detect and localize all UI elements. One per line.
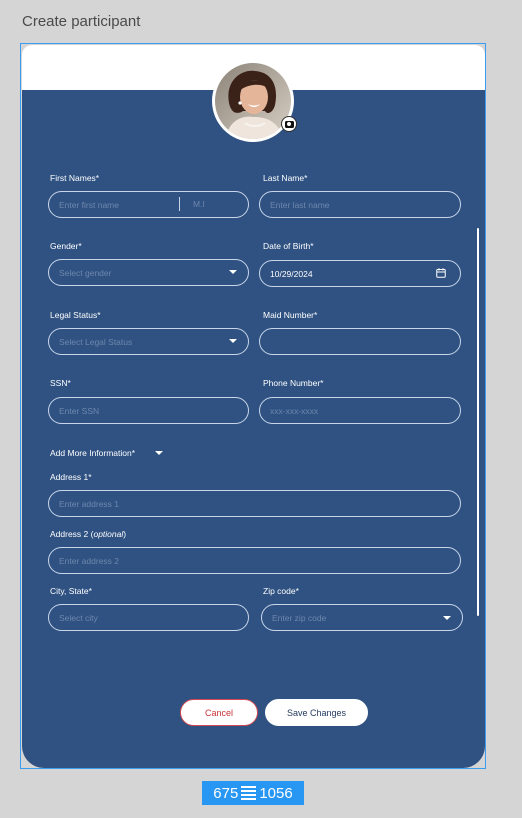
camera-icon[interactable] xyxy=(281,116,297,132)
address2-input[interactable]: Enter address 2 xyxy=(48,547,461,574)
address2-label-end: ) xyxy=(123,529,127,539)
chevron-down-icon xyxy=(443,616,451,620)
last-name-label: Last Name* xyxy=(263,173,308,183)
phone-input[interactable]: xxx-xxx-xxxx xyxy=(259,397,461,424)
calendar-icon[interactable] xyxy=(436,268,446,278)
scrollbar[interactable] xyxy=(477,228,479,616)
gender-placeholder: Select gender xyxy=(59,267,112,278)
save-changes-button[interactable]: Save Changes xyxy=(265,699,368,726)
zip-placeholder: Enter zip code xyxy=(272,612,327,623)
last-name-input[interactable]: Enter last name xyxy=(259,191,461,218)
phone-label: Phone Number* xyxy=(263,378,324,388)
page-title: Create participant xyxy=(22,13,141,30)
ssn-placeholder: Enter SSN xyxy=(59,405,100,416)
gender-label: Gender* xyxy=(50,241,82,251)
maid-number-input[interactable] xyxy=(259,328,461,355)
chevron-down-icon xyxy=(229,339,237,343)
ssn-input[interactable]: Enter SSN xyxy=(48,397,249,424)
legal-status-placeholder: Select Legal Status xyxy=(59,336,133,347)
badge-width: 675 xyxy=(213,784,239,802)
add-more-information-toggle[interactable]: Add More Information* xyxy=(50,448,135,458)
zip-select[interactable]: Enter zip code xyxy=(261,604,463,631)
dob-value: 10/29/2024 xyxy=(270,268,313,279)
city-input[interactable]: Select city xyxy=(48,604,249,631)
gender-select[interactable]: Select gender xyxy=(48,259,249,286)
avatar[interactable] xyxy=(212,60,294,142)
cancel-button[interactable]: Cancel xyxy=(180,699,258,726)
dimension-badge: 675 1056 xyxy=(202,781,304,805)
height-icon xyxy=(241,786,257,800)
ssn-label: SSN* xyxy=(50,378,71,388)
address2-label-text: Address 2 ( xyxy=(50,529,94,539)
profile-photo-illustration xyxy=(215,63,291,139)
legal-status-label: Legal Status* xyxy=(50,310,101,320)
address2-label: Address 2 (optional) xyxy=(50,529,126,539)
phone-placeholder: xxx-xxx-xxxx xyxy=(270,405,319,416)
city-placeholder: Select city xyxy=(59,612,98,623)
first-name-input[interactable]: Enter first name xyxy=(48,191,249,218)
first-names-label: First Names* xyxy=(50,173,100,183)
field-divider xyxy=(179,197,180,211)
optional-tag: optional xyxy=(93,529,124,539)
zip-label: Zip code* xyxy=(263,586,299,596)
chevron-down-icon[interactable] xyxy=(155,451,163,455)
middle-initial-input[interactable]: M.I xyxy=(193,199,205,209)
address2-placeholder: Enter address 2 xyxy=(59,555,120,566)
address1-input[interactable]: Enter address 1 xyxy=(48,490,461,517)
city-state-label: City, State* xyxy=(50,586,92,596)
badge-height: 1056 xyxy=(259,784,293,802)
address1-label: Address 1* xyxy=(50,472,92,482)
first-name-placeholder: Enter first name xyxy=(59,199,119,210)
dob-input[interactable]: 10/29/2024 xyxy=(259,260,461,287)
legal-status-select[interactable]: Select Legal Status xyxy=(48,328,249,355)
chevron-down-icon xyxy=(229,270,237,274)
last-name-placeholder: Enter last name xyxy=(270,199,330,210)
avatar-photo xyxy=(215,63,291,139)
maid-number-label: Maid Number* xyxy=(263,310,318,320)
dob-label: Date of Birth* xyxy=(263,241,314,251)
address1-placeholder: Enter address 1 xyxy=(59,498,120,509)
